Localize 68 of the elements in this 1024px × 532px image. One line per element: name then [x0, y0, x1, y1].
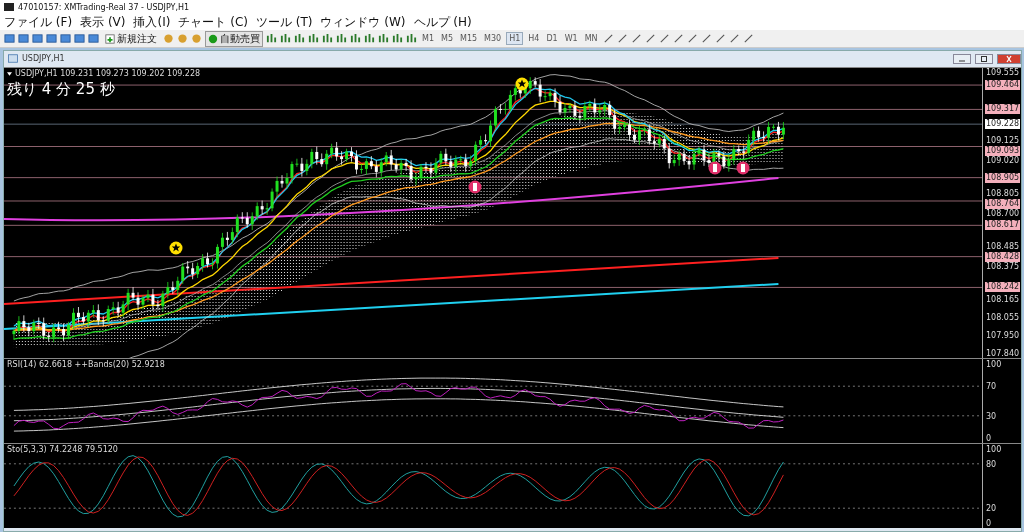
price-label: 108.165	[985, 295, 1021, 306]
indicator-axis-label: 100	[985, 445, 1003, 455]
marker-icon	[736, 161, 750, 175]
price-level-tag: 109.093	[985, 146, 1021, 157]
timeframe-button[interactable]: M30	[482, 33, 504, 44]
marker-icon	[708, 161, 722, 175]
timeframe-button[interactable]: D1	[544, 33, 560, 44]
price-level-tag: 108.617	[985, 220, 1021, 231]
plus-document-icon	[105, 33, 115, 44]
indicator-axis-label: 100	[985, 360, 1003, 370]
price-label: 107.950	[985, 330, 1021, 341]
menu-item[interactable]: ツール (T)	[255, 13, 313, 31]
price-label: 108.805	[985, 189, 1021, 199]
rsi-indicator-label: RSI(14) 62.6618 ++Bands(20) 52.9218	[7, 360, 165, 369]
close-icon	[1004, 54, 1014, 63]
timeframe-button[interactable]: M15	[458, 33, 480, 44]
star-marker-icon	[515, 77, 529, 91]
new-order-button[interactable]: 新規注文	[102, 30, 160, 47]
price-level-tag: 108.764	[985, 199, 1021, 210]
timeframe-button[interactable]: M5	[439, 33, 455, 44]
timeframe-button[interactable]: W1	[562, 33, 580, 44]
status-circle-icon	[208, 33, 218, 44]
price-level-tag: 108.428	[985, 252, 1021, 263]
indicator-axis-label: 20	[985, 504, 998, 515]
indicator-axis-label: 0	[985, 434, 993, 444]
auto-trading-button[interactable]: 自動売買	[205, 30, 263, 47]
menu-item[interactable]: 挿入(I)	[133, 13, 171, 31]
window-title: 47010157: XMTrading-Real 37 - USDJPY,H1	[18, 2, 190, 12]
menu-item[interactable]: 表示 (V)	[80, 13, 126, 31]
price-level-tag: 109.228	[985, 119, 1021, 130]
price-label: 108.375	[985, 262, 1021, 273]
timeframe-button[interactable]: H1	[506, 32, 524, 45]
menu-item[interactable]: ファイル (F)	[4, 13, 73, 31]
app-logo-icon	[4, 3, 14, 11]
menu-item[interactable]: チャート (C)	[178, 13, 248, 31]
chart-window-icon	[8, 54, 18, 63]
timeframe-button[interactable]: H4	[526, 33, 542, 44]
price-label: 109.020	[985, 156, 1021, 167]
price-label: 107.840	[985, 349, 1021, 359]
star-marker-icon	[169, 241, 183, 255]
price-level-tag: 109.464	[985, 80, 1021, 91]
menu-item[interactable]: ウィンドウ (W)	[320, 13, 406, 31]
price-label: 108.485	[985, 242, 1021, 252]
timeframe-button[interactable]: MN	[582, 33, 600, 44]
stochastic-indicator-label: Sto(5,3,3) 74.2248 79.5120	[7, 445, 118, 454]
close-button[interactable]	[997, 53, 1021, 64]
price-label: 109.555	[985, 68, 1021, 78]
price-label: 109.125	[985, 136, 1021, 146]
chart-window-title: USDJPY,H1	[22, 54, 65, 63]
countdown-text: 残り 4 分 25 秒	[7, 80, 115, 99]
indicator-axis-label: 30	[985, 411, 998, 422]
indicator-axis-label: 80	[985, 459, 998, 470]
maximize-icon	[979, 54, 989, 63]
timeframe-button[interactable]: M1	[420, 33, 436, 44]
symbol-quote: USDJPY,H1 109.231 109.273 109.202 109.228	[15, 69, 201, 78]
indicator-axis-label: 70	[985, 382, 998, 393]
line-tool-icon[interactable]	[602, 33, 614, 44]
price-label: 108.055	[985, 313, 1021, 324]
menu-item[interactable]: ヘルプ (H)	[413, 13, 472, 31]
price-level-tag: 109.317	[985, 104, 1021, 115]
price-label: 108.700	[985, 209, 1021, 220]
price-level-tag: 108.242	[985, 282, 1021, 293]
maximize-button[interactable]	[975, 53, 993, 64]
marker-icon	[468, 180, 482, 194]
bar-chart-icon[interactable]	[266, 33, 277, 44]
indicator-axis-label: 0	[985, 519, 993, 529]
price-level-tag: 108.905	[985, 172, 1021, 183]
collapse-triangle-icon[interactable]	[7, 71, 12, 76]
